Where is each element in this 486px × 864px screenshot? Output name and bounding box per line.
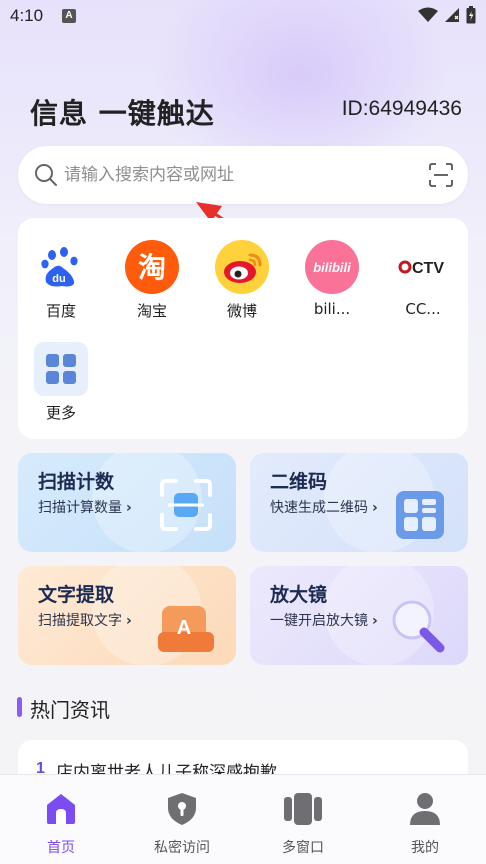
feature-qrcode[interactable]: 二维码 快速生成二维码 › bbox=[250, 453, 468, 552]
shortcut-label: bili... bbox=[313, 300, 351, 318]
bilibili-icon: bilibili bbox=[305, 240, 359, 294]
tab-label: 多窗口 bbox=[282, 840, 324, 856]
tab-label: 首页 bbox=[47, 840, 75, 856]
shortcut-label: 更多 bbox=[45, 404, 76, 422]
feature-subtitle: 扫描提取文字 › bbox=[38, 613, 132, 629]
search-bar[interactable] bbox=[18, 146, 468, 204]
scan-icon[interactable] bbox=[428, 162, 454, 188]
wifi-icon bbox=[418, 7, 438, 22]
multi-window-icon bbox=[284, 793, 322, 825]
battery-icon bbox=[466, 6, 476, 24]
tab-multi-window[interactable]: 多窗口 bbox=[253, 791, 353, 857]
status-bar: 4:10 A bbox=[0, 0, 486, 34]
shortcut-more[interactable]: 更多 bbox=[16, 342, 106, 423]
shortcut-taobao[interactable]: 淘 淘宝 bbox=[107, 240, 197, 321]
hot-news-title: 热门资讯 bbox=[30, 698, 110, 722]
scan-count-icon bbox=[160, 479, 212, 531]
shortcut-baidu[interactable]: du 百度 bbox=[16, 240, 106, 321]
bottom-tab-bar: 首页 私密访问 多窗口 我的 bbox=[0, 774, 486, 864]
svg-text:淘: 淘 bbox=[138, 251, 166, 284]
more-grid-icon bbox=[34, 342, 88, 396]
feature-title: 二维码 bbox=[270, 471, 328, 493]
shortcut-label: 百度 bbox=[45, 302, 76, 320]
status-time: 4:10 bbox=[10, 6, 44, 25]
shortcut-label: CC... bbox=[405, 300, 441, 318]
svg-text:du: du bbox=[52, 273, 65, 285]
taobao-icon: 淘 bbox=[125, 240, 179, 294]
shortcut-weibo[interactable]: 微博 bbox=[197, 240, 287, 321]
cctv-icon: CTV bbox=[396, 240, 450, 294]
shortcuts-panel: du 百度 淘 淘宝 微博 bilibili bili... CTV CC...… bbox=[18, 218, 468, 439]
section-accent-bar bbox=[17, 697, 22, 717]
svg-text:A: A bbox=[177, 617, 191, 639]
home-icon bbox=[47, 794, 75, 824]
weibo-icon bbox=[215, 240, 269, 294]
tab-label: 我的 bbox=[411, 840, 439, 856]
shortcut-cctv[interactable]: CTV CC... bbox=[378, 240, 468, 318]
baidu-icon: du bbox=[34, 240, 88, 294]
feature-subtitle: 快速生成二维码 › bbox=[270, 500, 378, 516]
text-extract-icon: A bbox=[158, 606, 214, 652]
search-input[interactable] bbox=[64, 158, 404, 192]
feature-subtitle: 扫描计算数量 › bbox=[38, 500, 132, 516]
magnifier-icon bbox=[392, 600, 445, 653]
page-title: 信息 一键触达 bbox=[30, 97, 215, 130]
svg-text:CTV: CTV bbox=[412, 260, 444, 277]
shortcut-bilibili[interactable]: bilibili bili... bbox=[287, 240, 377, 318]
qrcode-icon bbox=[396, 491, 444, 539]
svg-text:bilibili: bilibili bbox=[313, 260, 351, 275]
tab-home[interactable]: 首页 bbox=[11, 791, 111, 857]
shield-lock-icon bbox=[168, 793, 196, 825]
feature-magnifier[interactable]: 放大镜 一键开启放大镜 › bbox=[250, 566, 468, 665]
feature-title: 扫描计数 bbox=[38, 471, 115, 493]
user-icon bbox=[410, 793, 440, 825]
feature-subtitle: 一键开启放大镜 › bbox=[270, 613, 378, 629]
shortcut-label: 淘宝 bbox=[136, 302, 167, 320]
sim-notification-icon: A bbox=[62, 9, 76, 23]
tab-label: 私密访问 bbox=[154, 840, 210, 856]
signal-icon bbox=[445, 8, 459, 22]
tab-mine[interactable]: 我的 bbox=[375, 791, 475, 857]
feature-title: 文字提取 bbox=[38, 584, 115, 606]
search-icon bbox=[35, 164, 57, 186]
shortcut-label: 微博 bbox=[226, 302, 257, 320]
feature-title: 放大镜 bbox=[270, 584, 328, 606]
tab-private-access[interactable]: 私密访问 bbox=[132, 791, 232, 857]
feature-text-extract[interactable]: 文字提取 扫描提取文字 › A bbox=[18, 566, 236, 665]
feature-scan-count[interactable]: 扫描计数 扫描计算数量 › bbox=[18, 453, 236, 552]
user-id-label: ID:64949436 bbox=[341, 97, 462, 120]
